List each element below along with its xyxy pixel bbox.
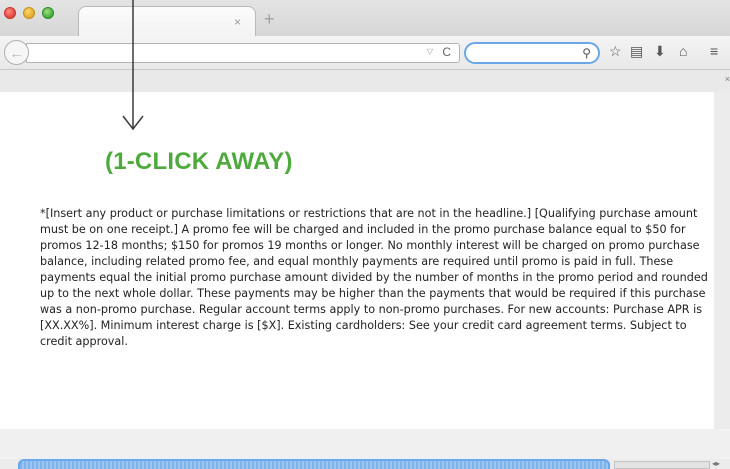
download-icon[interactable]: ⬇: [654, 44, 666, 58]
horizontal-scrollbar-thumb[interactable]: [18, 459, 610, 469]
tab-close-icon[interactable]: ×: [234, 16, 241, 28]
down-arrow-icon: [122, 92, 144, 131]
reload-icon[interactable]: C: [442, 45, 451, 59]
one-click-away-heading: (1-CLICK AWAY): [105, 148, 293, 175]
url-dropdown-icon[interactable]: ▽: [427, 47, 433, 56]
scroll-arrows-icon[interactable]: ◂▸: [712, 459, 720, 468]
page-content: (1-CLICK AWAY) *[Insert any product or p…: [0, 92, 714, 429]
menu-icon[interactable]: ≡: [710, 44, 718, 58]
arrow-line: [132, 0, 134, 92]
home-icon[interactable]: ⌂: [679, 44, 687, 58]
horizontal-scrollbar-track[interactable]: [614, 461, 710, 469]
band-close-icon[interactable]: ×: [725, 74, 730, 84]
new-tab-button[interactable]: +: [264, 10, 275, 28]
bottom-area: [0, 429, 730, 459]
bookmarks-icon[interactable]: ▤: [630, 44, 643, 58]
search-icon[interactable]: ⚲: [582, 46, 591, 60]
star-icon[interactable]: ☆: [609, 44, 622, 58]
promo-disclaimer: *[Insert any product or purchase limitat…: [40, 207, 708, 348]
search-input[interactable]: ⚲: [464, 42, 600, 64]
